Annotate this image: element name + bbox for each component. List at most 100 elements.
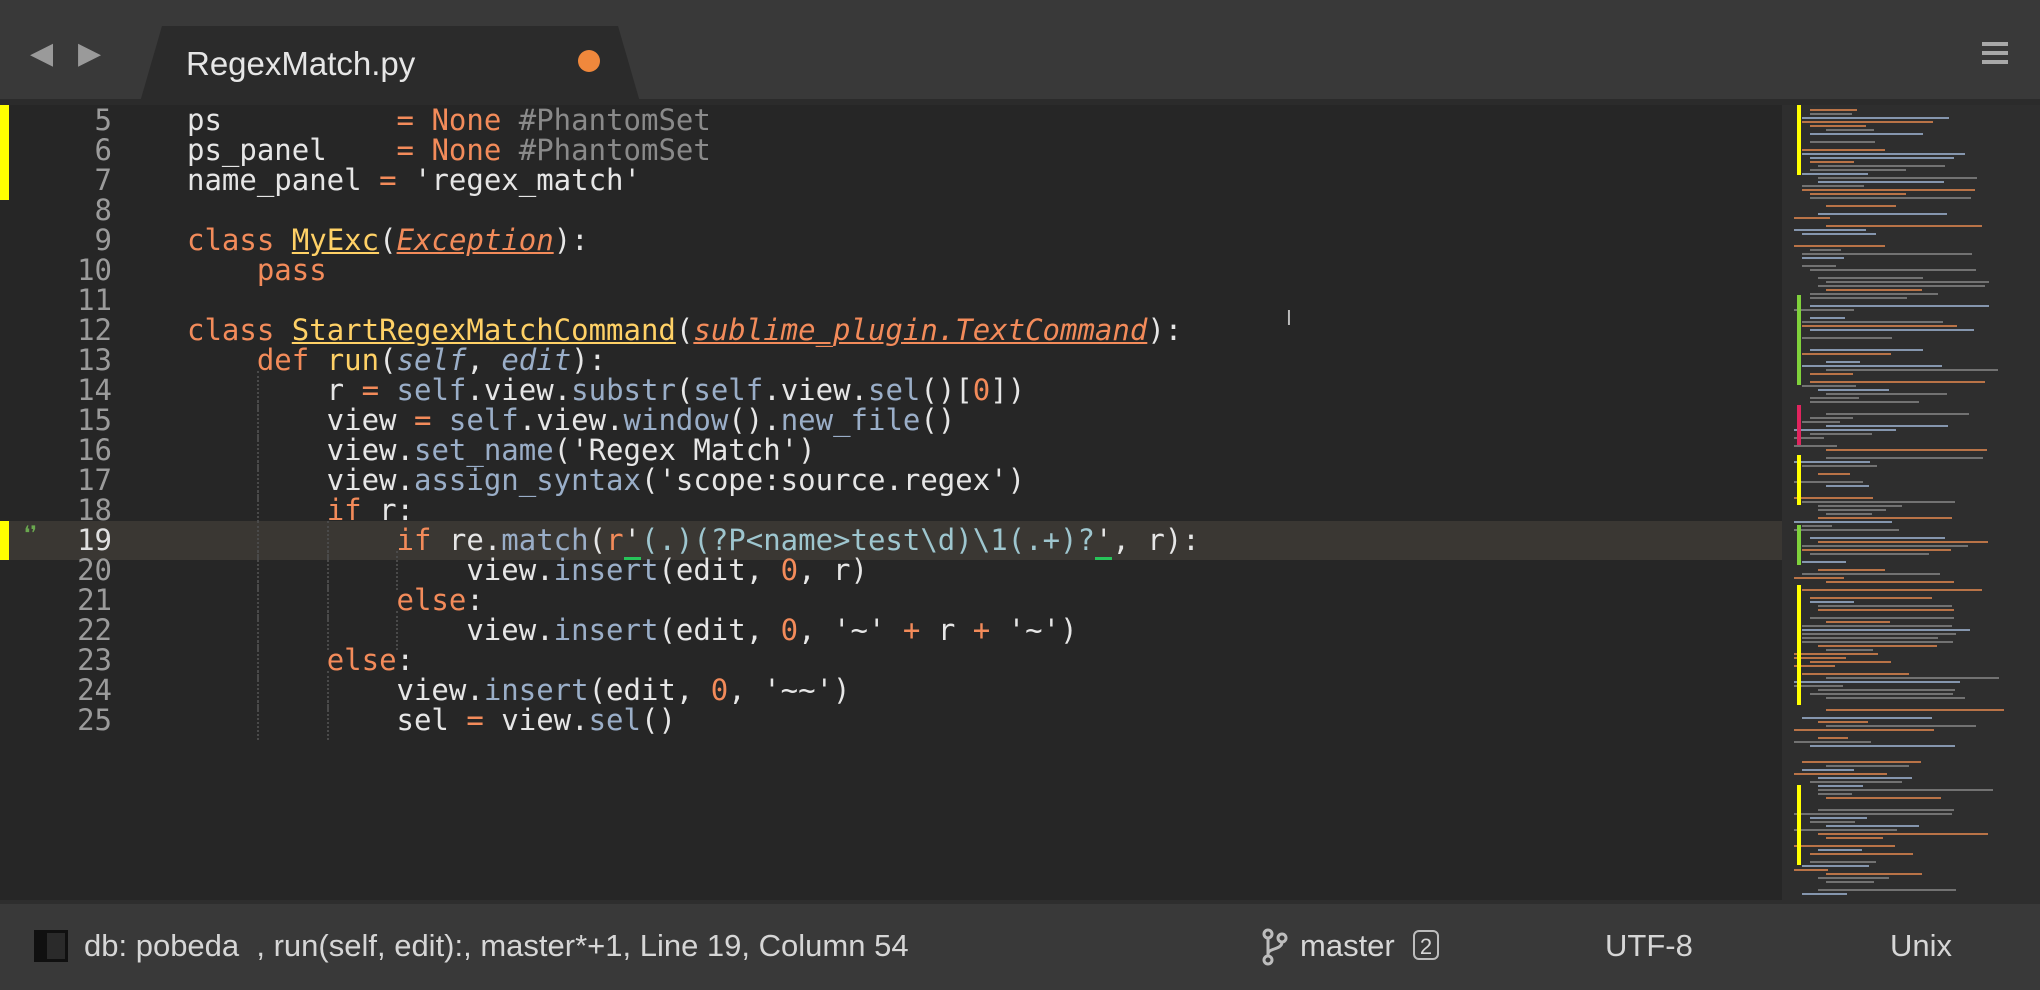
minimap-line [1802,353,1891,355]
minimap-line [1818,849,1863,851]
minimap-line [1802,325,1957,327]
minimap-line [1794,429,1897,431]
minimap-line [1794,445,1838,447]
minimap-line [1794,577,1845,579]
minimap-line [1818,833,1988,835]
git-branch-name[interactable]: master [1300,928,1395,964]
line-endings-indicator[interactable]: Unix [1890,928,1952,964]
minimap-line [1802,717,1932,719]
minimap-line [1794,481,1863,483]
git-branch-icon[interactable] [1262,928,1288,966]
minimap-line [1802,673,1909,675]
minimap-line [1826,837,1883,839]
minimap-line [1802,769,1854,771]
minimap-line [1794,653,1879,655]
minimap-line [1818,541,1988,543]
minimap-line [1826,765,1910,767]
tab-regexmatch[interactable]: RegexMatch.py [140,26,640,102]
minimap-line [1802,421,1840,423]
minimap-line [1810,349,1923,351]
minimap-line [1810,601,1854,603]
minimap-line [1810,537,1946,539]
minimap-line [1810,297,1907,299]
minimap-line [1810,381,1985,383]
minimap-line [1802,549,1951,551]
minimap-line [1826,449,1988,451]
minimap-line [1802,525,1832,527]
minimap-line [1810,109,1858,111]
code-editor[interactable]: 5 ps = None #PhantomSet 6 ps_panel = None #… [0,105,1782,900]
minimap-line [1826,825,1920,827]
minimap-line [1810,197,1971,199]
minimap-line [1794,521,1893,523]
tab-bar: ◀ ▶ RegexMatch.py [0,0,2040,105]
minimap-line [1826,129,1875,131]
minimap-change-marker [1797,455,1801,505]
minimap-line [1802,117,1950,119]
minimap-line [1802,545,1968,547]
minimap-line [1794,681,1961,683]
minimap-line [1810,161,1854,163]
minimap-line [1802,625,1952,627]
code-line[interactable]: 25 sel = view.sel() [0,701,1782,740]
minimap-line [1818,809,1955,811]
minimap-line [1810,781,1903,783]
minimap-line [1818,285,1986,287]
indent-guide [326,701,329,740]
minimap-line [1810,861,1877,863]
code-text[interactable]: sel = view.sel() [187,701,676,740]
minimap-line [1818,569,1886,571]
minimap-line [1810,133,1923,135]
back-arrow-icon[interactable]: ◀ [30,36,53,72]
panel-toggle-icon[interactable] [34,930,68,962]
minimap-line [1826,457,1984,459]
minimap-line [1802,501,1955,503]
minimap-line [1818,777,1913,779]
minimap-line [1802,573,1941,575]
tab-title: RegexMatch.py [186,45,416,82]
minimap-line [1810,249,1842,251]
minimap-line [1826,361,1861,363]
minimap-line [1794,829,1898,831]
minimap-line [1818,785,1863,787]
minimap-line [1802,385,1856,387]
minimap-line [1826,205,1896,207]
minimap-change-marker [1797,785,1801,865]
minimap-line [1794,729,1934,731]
indent-guide [256,701,259,740]
minimap-line [1794,813,1953,815]
minimap-line [1802,633,1957,635]
minimap-line [1810,141,1875,143]
minimap-line [1802,761,1921,763]
minimap-line [1810,597,1932,599]
minimap-line [1810,821,1855,823]
minimap-line [1794,845,1895,847]
minimap-line [1818,213,1948,215]
minimap[interactable] [1782,105,2040,900]
hamburger-menu-icon[interactable] [1982,42,2008,66]
minimap-change-marker [1797,585,1801,705]
minimap-line [1818,605,1953,607]
minimap-line [1794,309,1855,311]
minimap-line [1818,509,1887,511]
minimap-line [1826,485,1870,487]
unsaved-dot-icon[interactable] [578,50,600,72]
minimap-line [1818,505,1902,507]
minimap-line [1794,529,1899,531]
minimap-line [1802,321,1943,323]
minimap-line [1826,697,1965,699]
encoding-indicator[interactable]: UTF-8 [1605,928,1693,964]
forward-arrow-icon[interactable]: ▶ [78,36,101,72]
minimap-line [1802,641,1954,643]
minimap-line [1826,425,1949,427]
minimap-line [1810,125,1867,127]
git-changes-badge[interactable]: 2 [1413,930,1439,960]
minimap-line [1826,725,1977,727]
minimap-line [1826,649,1874,651]
minimap-line [1810,329,1975,331]
minimap-line [1802,629,1971,631]
minimap-line [1818,473,1851,475]
minimap-line [1826,413,1970,415]
minimap-line [1826,225,1983,227]
minimap-line [1794,229,1866,231]
